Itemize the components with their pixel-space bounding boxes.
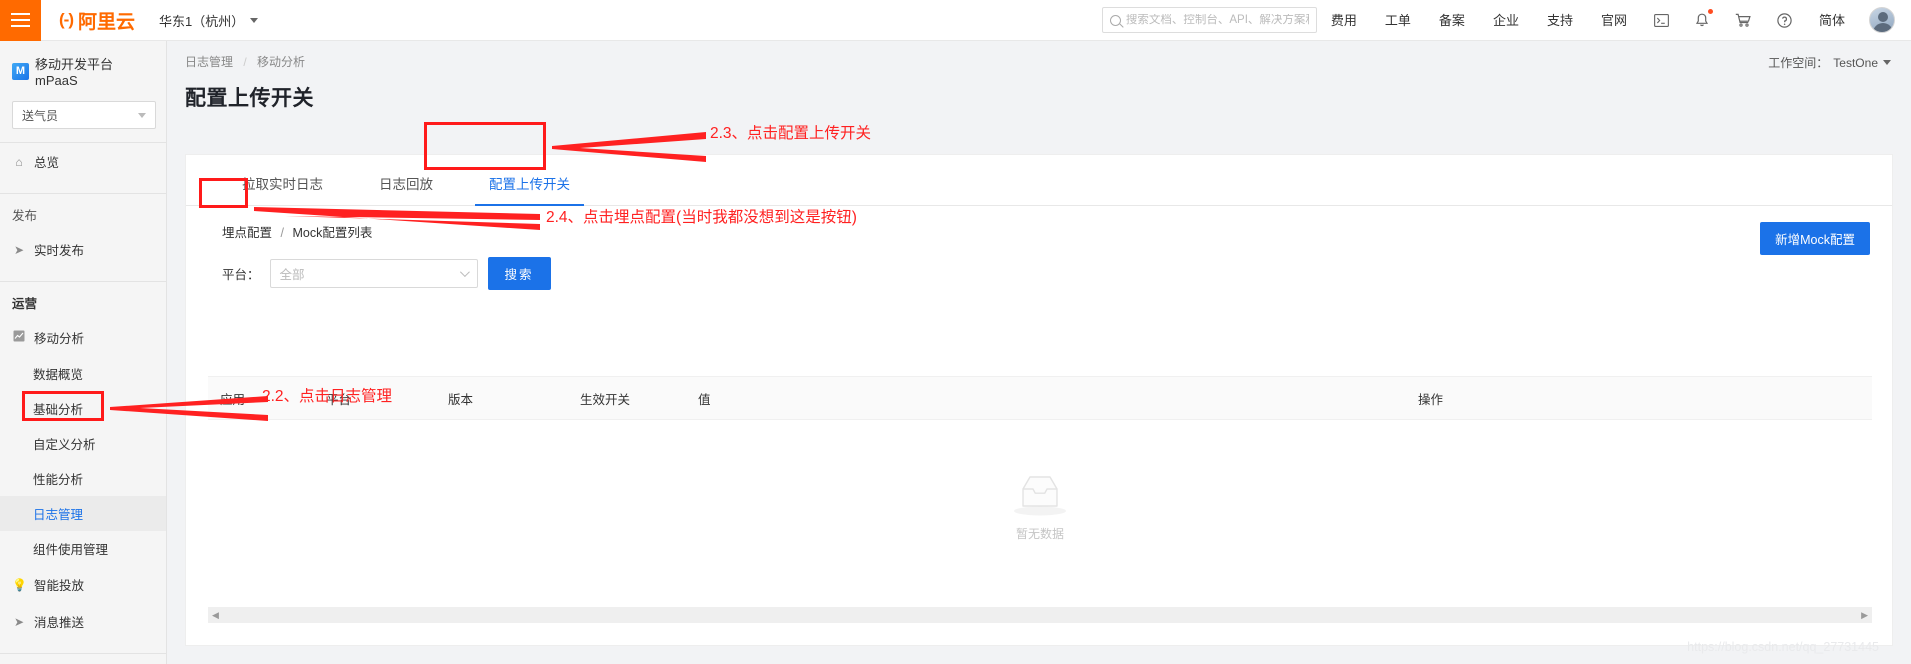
breadcrumb: 日志管理 / 移动分析 bbox=[167, 41, 1911, 70]
sidebar-item-label: 消息推送 bbox=[34, 616, 85, 630]
region-selector[interactable]: 华东1（杭州） bbox=[159, 11, 259, 30]
filter-bar: 平台： 全部 搜索 bbox=[186, 241, 1892, 290]
sidebar-item-mobile-analytics[interactable]: 移动分析 bbox=[0, 319, 166, 356]
search-button[interactable]: 搜索 bbox=[487, 257, 551, 290]
sub-breadcrumb: 埋点配置 / Mock配置列表 bbox=[186, 206, 1892, 241]
sidebar-item-performance-analysis[interactable]: 性能分析 bbox=[0, 461, 166, 496]
sidebar-item-data-overview[interactable]: 数据概览 bbox=[0, 356, 166, 391]
app-selector-value: 送气员 bbox=[22, 108, 59, 123]
watermark: https://blog.csdn.net/qq_27731445 bbox=[1687, 640, 1879, 654]
sidebar-item-log-management[interactable]: 日志管理 bbox=[0, 496, 166, 531]
global-search[interactable] bbox=[1101, 7, 1317, 33]
mpaas-logo-icon bbox=[12, 62, 29, 80]
table-empty-state: 暂无数据 bbox=[208, 420, 1872, 595]
sidebar-group-multimedia: 多媒体 bbox=[0, 654, 166, 664]
platform-select[interactable]: 全部 bbox=[269, 259, 478, 288]
sidebar-item-label: 智能投放 bbox=[34, 579, 85, 593]
sidebar-item-custom-analysis[interactable]: 自定义分析 bbox=[0, 426, 166, 461]
bulb-icon: 💡 bbox=[12, 577, 27, 592]
top-bar: (-) 阿里云 华东1（杭州） 费用 工单 备案 企业 支持 官网 简体 bbox=[0, 0, 1911, 41]
table-column-version: 版本 bbox=[448, 392, 474, 407]
sidebar-item-basic-analysis[interactable]: 基础分析 bbox=[0, 391, 166, 426]
nav-item-icp[interactable]: 备案 bbox=[1425, 0, 1479, 41]
table-header-row: 应用 平台 版本 生效开关 值 操作 bbox=[208, 377, 1872, 420]
sub-breadcrumb-item-tracking-config[interactable]: 埋点配置 bbox=[222, 226, 272, 240]
search-icon bbox=[1109, 14, 1121, 26]
aliyun-logo-mark: (-) bbox=[59, 10, 74, 29]
sidebar: 移动开发平台 mPaaS 送气员 ⌂ 总览 发布 ➤ 实时发布 运营 移动分析 … bbox=[0, 41, 167, 664]
empty-box-icon bbox=[1014, 476, 1066, 516]
workspace-value: TestOne bbox=[1833, 55, 1878, 70]
avatar[interactable] bbox=[1869, 7, 1895, 33]
sidebar-product-title: 移动开发平台 mPaaS bbox=[0, 41, 166, 98]
aliyun-logo[interactable]: (-) 阿里云 bbox=[59, 7, 135, 34]
sidebar-item-smart-delivery[interactable]: 💡 智能投放 bbox=[0, 566, 166, 603]
breadcrumb-item-log-management[interactable]: 日志管理 bbox=[185, 55, 233, 69]
table-column-value: 值 bbox=[698, 392, 711, 407]
page-title: 配置上传开关 bbox=[185, 87, 314, 110]
sub-breadcrumb-item-mock-config-list[interactable]: Mock配置列表 bbox=[292, 226, 372, 240]
table-column-switch: 生效开关 bbox=[580, 392, 631, 407]
rocket-icon: ➤ bbox=[13, 242, 25, 257]
scroll-left-icon[interactable]: ◀ bbox=[212, 610, 219, 620]
workspace-label: 工作空间： bbox=[1768, 56, 1829, 70]
help-icon[interactable] bbox=[1764, 0, 1805, 41]
sidebar-product-label: 移动开发平台 mPaaS bbox=[35, 57, 114, 88]
sidebar-item-message-push[interactable]: ➤ 消息推送 bbox=[0, 603, 166, 640]
annotation-text-2-2: 2.2、点击日志管理 bbox=[262, 388, 393, 405]
annotation-text-2-3: 2.3、点击配置上传开关 bbox=[710, 125, 872, 142]
home-icon: ⌂ bbox=[15, 154, 23, 169]
chevron-down-icon bbox=[1883, 60, 1891, 65]
chart-icon bbox=[12, 330, 26, 345]
sidebar-item-overview[interactable]: ⌂ 总览 bbox=[0, 143, 166, 180]
breadcrumb-item-mobile-analytics[interactable]: 移动分析 bbox=[257, 55, 305, 69]
platform-filter-label: 平台： bbox=[222, 268, 260, 282]
send-icon: ➤ bbox=[13, 614, 25, 629]
table-column-action: 操作 bbox=[1418, 392, 1444, 407]
nav-item-enterprise[interactable]: 企业 bbox=[1479, 0, 1533, 41]
tab-log-replay[interactable]: 日志回放 bbox=[351, 177, 461, 206]
sidebar-item-label: 实时发布 bbox=[34, 244, 85, 258]
workspace-selector[interactable]: 工作空间： TestOne bbox=[1768, 54, 1891, 71]
tab-pull-realtime-log[interactable]: 拉取实时日志 bbox=[214, 177, 351, 206]
region-label: 华东1（杭州） bbox=[159, 13, 245, 29]
scroll-right-icon[interactable]: ▶ bbox=[1861, 610, 1868, 620]
cart-icon[interactable] bbox=[1722, 0, 1764, 41]
content-card: 拉取实时日志 日志回放 配置上传开关 埋点配置 / Mock配置列表 新增Moc… bbox=[185, 154, 1893, 646]
chevron-down-icon bbox=[250, 17, 259, 23]
terminal-icon[interactable] bbox=[1641, 0, 1682, 41]
sidebar-group-release: 发布 bbox=[12, 209, 38, 223]
sidebar-item-component-usage[interactable]: 组件使用管理 bbox=[0, 531, 166, 566]
sidebar-item-label: 总览 bbox=[34, 156, 60, 170]
language-switch[interactable]: 简体 bbox=[1805, 0, 1859, 41]
menu-icon[interactable] bbox=[0, 0, 41, 41]
main-content: 日志管理 / 移动分析 工作空间： TestOne 配置上传开关 拉取实时日志 … bbox=[167, 41, 1911, 664]
breadcrumb-separator: / bbox=[243, 55, 247, 69]
annotation-text-2-4: 2.4、点击埋点配置(当时我都没想到这是按钮) bbox=[546, 209, 857, 226]
top-bar-right: 费用 工单 备案 企业 支持 官网 简体 bbox=[1101, 0, 1911, 41]
nav-item-fees[interactable]: 费用 bbox=[1317, 0, 1371, 41]
sidebar-item-label: 移动分析 bbox=[34, 332, 85, 346]
bell-icon[interactable] bbox=[1682, 0, 1722, 41]
empty-state-text: 暂无数据 bbox=[1015, 527, 1064, 541]
search-input[interactable] bbox=[1125, 14, 1309, 26]
nav-item-website[interactable]: 官网 bbox=[1587, 0, 1641, 41]
sidebar-group-operations: 运营 bbox=[12, 297, 38, 311]
chevron-down-icon bbox=[138, 112, 146, 118]
mock-config-table: 应用 平台 版本 生效开关 值 操作 暂无数据 bbox=[208, 376, 1872, 624]
tab-bar: 拉取实时日志 日志回放 配置上传开关 bbox=[186, 155, 1892, 206]
add-mock-config-button[interactable]: 新增Mock配置 bbox=[1760, 222, 1870, 255]
aliyun-logo-text: 阿里云 bbox=[77, 11, 135, 33]
notification-badge bbox=[1707, 8, 1713, 14]
horizontal-scrollbar[interactable]: ◀ ▶ bbox=[208, 607, 1872, 623]
nav-item-support[interactable]: 支持 bbox=[1533, 0, 1587, 41]
platform-select-value: 全部 bbox=[279, 268, 305, 282]
app-selector[interactable]: 送气员 bbox=[12, 101, 156, 129]
tab-config-upload-switch[interactable]: 配置上传开关 bbox=[461, 177, 598, 206]
nav-item-tickets[interactable]: 工单 bbox=[1371, 0, 1425, 41]
sub-breadcrumb-separator: / bbox=[280, 226, 284, 240]
sidebar-item-realtime-release[interactable]: ➤ 实时发布 bbox=[0, 231, 166, 268]
chevron-down-icon bbox=[459, 267, 470, 278]
